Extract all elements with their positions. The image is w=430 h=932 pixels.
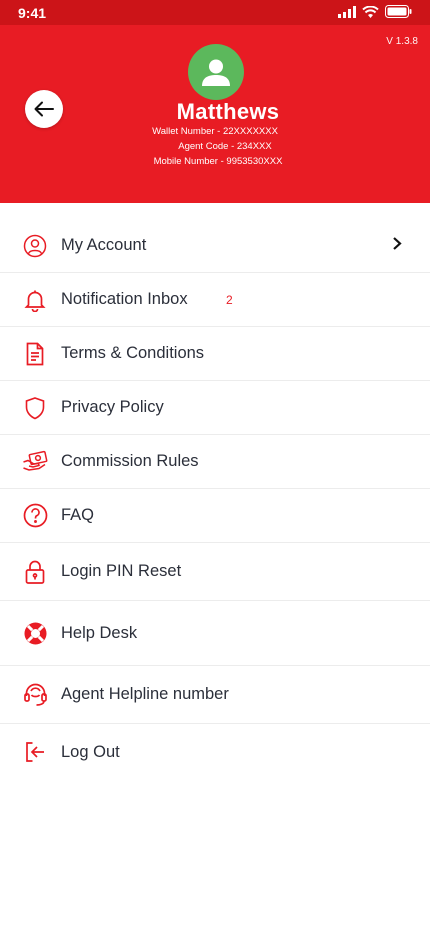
app-version: V 1.3.8 (386, 36, 418, 47)
signal-icon (338, 5, 356, 18)
agent-code: Agent Code - 234XXX (178, 141, 272, 152)
menu-item-help-desk[interactable]: Help Desk (0, 601, 430, 666)
user-circle-icon (22, 233, 48, 259)
menu-list: My Account Notification Inbox 2 Terms & … (0, 219, 430, 780)
menu-item-label: Notification Inbox (61, 290, 188, 308)
headset-icon (22, 682, 48, 708)
menu-item-label: Terms & Conditions (61, 344, 205, 362)
lifebuoy-icon (22, 620, 48, 646)
menu-item-commission-rules[interactable]: Commission Rules (0, 435, 430, 489)
status-time: 9:41 (18, 5, 47, 21)
menu-item-label: Commission Rules (61, 452, 199, 470)
menu-item-privacy-policy[interactable]: Privacy Policy (0, 381, 430, 435)
menu-item-label: FAQ (61, 506, 95, 524)
menu-item-my-account[interactable]: My Account (0, 219, 430, 273)
menu-item-label: Login PIN Reset (61, 562, 182, 580)
menu-item-terms-conditions[interactable]: Terms & Conditions (0, 327, 430, 381)
menu-item-log-out[interactable]: Log Out (0, 724, 430, 780)
avatar (188, 44, 244, 100)
chevron-right-icon (392, 236, 402, 255)
lock-icon (22, 559, 48, 585)
menu-item-agent-helpline[interactable]: Agent Helpline number (0, 666, 430, 724)
question-icon (22, 503, 48, 529)
mobile-number: Mobile Number - 9953530XXX (153, 156, 283, 167)
menu-item-login-pin-reset[interactable]: Login PIN Reset (0, 543, 430, 601)
menu-item-faq[interactable]: FAQ (0, 489, 430, 543)
bell-icon (22, 287, 48, 313)
status-icons (338, 5, 412, 18)
battery-icon (385, 5, 412, 18)
wallet-number: Wallet Number - 22XXXXXXX (152, 126, 278, 137)
profile-header: V 1.3.8 Matthews Wallet Number - 22XXXXX… (0, 25, 430, 203)
menu-item-label: My Account (61, 236, 147, 254)
status-bar: 9:41 (0, 0, 430, 25)
person-icon (202, 59, 230, 86)
menu-item-notification-inbox[interactable]: Notification Inbox 2 (0, 273, 430, 327)
menu-item-label: Log Out (61, 742, 120, 761)
shield-icon (22, 395, 48, 421)
document-icon (22, 341, 48, 367)
wifi-icon (362, 5, 379, 18)
menu-item-label: Help Desk (61, 623, 138, 642)
notification-count-badge: 2 (226, 292, 233, 307)
agent-name: Matthews (176, 99, 280, 124)
menu-item-label: Agent Helpline number (61, 685, 229, 703)
cash-hand-icon (22, 449, 48, 475)
menu-item-label: Privacy Policy (61, 398, 164, 416)
logout-icon (22, 739, 48, 765)
